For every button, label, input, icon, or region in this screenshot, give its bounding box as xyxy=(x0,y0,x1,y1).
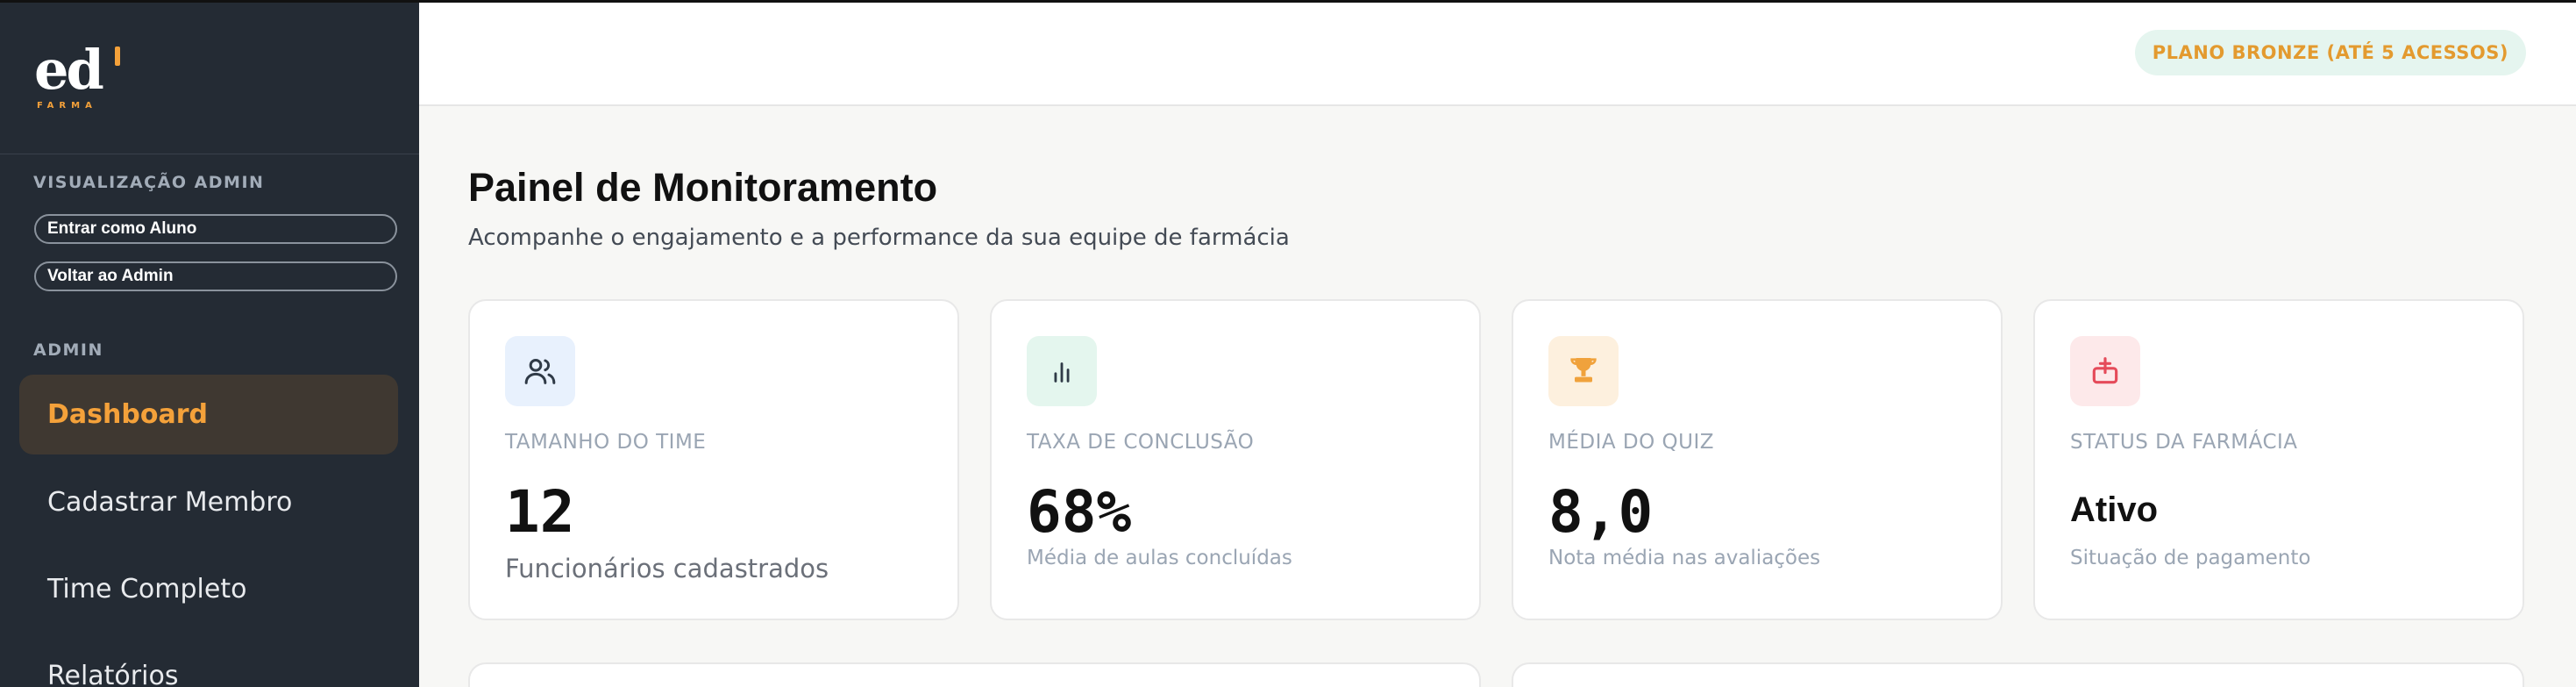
top-header: PLANO BRONZE (ATÉ 5 ACESSOS) xyxy=(419,3,2576,106)
sidebar: ed FARMA VISUALIZAÇÃO ADMIN Entrar como … xyxy=(0,3,419,687)
stat-description: Situação de pagamento xyxy=(2070,547,2311,569)
app-window: ed FARMA VISUALIZAÇÃO ADMIN Entrar como … xyxy=(0,0,2576,687)
stat-description: Média de aulas concluídas xyxy=(1027,547,1292,569)
page-subtitle: Acompanhe o engajamento e a performance … xyxy=(468,225,1290,251)
bottom-panel-right xyxy=(1512,662,2524,687)
stat-card-completion-rate: TAXA DE CONCLUSÃO 68% Média de aulas con… xyxy=(990,299,1481,620)
plan-badge: PLANO BRONZE (ATÉ 5 ACESSOS) xyxy=(2134,30,2526,75)
stat-description: Nota média nas avaliações xyxy=(1548,547,1821,569)
bottom-panel-left xyxy=(468,662,1481,687)
logo-accent-mark xyxy=(115,47,120,66)
sidebar-item-cadastrar-membro[interactable]: Cadastrar Membro xyxy=(19,462,398,542)
sidebar-item-time-completo[interactable]: Time Completo xyxy=(19,549,398,629)
stat-label: STATUS DA FARMÁCIA xyxy=(2070,431,2298,454)
stat-value: 68% xyxy=(1027,478,1132,546)
stat-card-pharmacy-status: STATUS DA FARMÁCIA Ativo Situação de pag… xyxy=(2033,299,2524,620)
enter-as-student-button[interactable]: Entrar como Aluno xyxy=(34,214,397,244)
page-title: Painel de Monitoramento xyxy=(468,165,938,210)
stat-card-team-size: TAMANHO DO TIME 12 Funcionários cadastra… xyxy=(468,299,959,620)
users-icon xyxy=(505,336,575,406)
logo-subtitle: FARMA xyxy=(37,101,97,111)
back-to-admin-button[interactable]: Voltar ao Admin xyxy=(34,261,397,291)
stat-value: 8,0 xyxy=(1548,478,1654,546)
sidebar-item-relatorios[interactable]: Relatórios xyxy=(19,636,398,687)
trophy-icon xyxy=(1548,336,1619,406)
inbox-upload-icon xyxy=(2070,336,2140,406)
stat-value: 12 xyxy=(505,478,575,546)
bar-chart-icon xyxy=(1027,336,1097,406)
stat-label: TAXA DE CONCLUSÃO xyxy=(1027,431,1255,454)
admin-section-title: ADMIN xyxy=(33,340,103,360)
stat-value: Ativo xyxy=(2070,490,2158,529)
stat-card-quiz-average: MÉDIA DO QUIZ 8,0 Nota média nas avaliaç… xyxy=(1512,299,2003,620)
stat-label: TAMANHO DO TIME xyxy=(505,431,707,454)
stat-label: MÉDIA DO QUIZ xyxy=(1548,431,1715,454)
logo-wordmark: ed xyxy=(34,38,104,102)
stat-description: Funcionários cadastrados xyxy=(505,554,829,583)
admin-view-section-title: VISUALIZAÇÃO ADMIN xyxy=(33,173,265,192)
logo[interactable]: ed FARMA xyxy=(0,3,419,154)
sidebar-item-dashboard[interactable]: Dashboard xyxy=(19,375,398,454)
